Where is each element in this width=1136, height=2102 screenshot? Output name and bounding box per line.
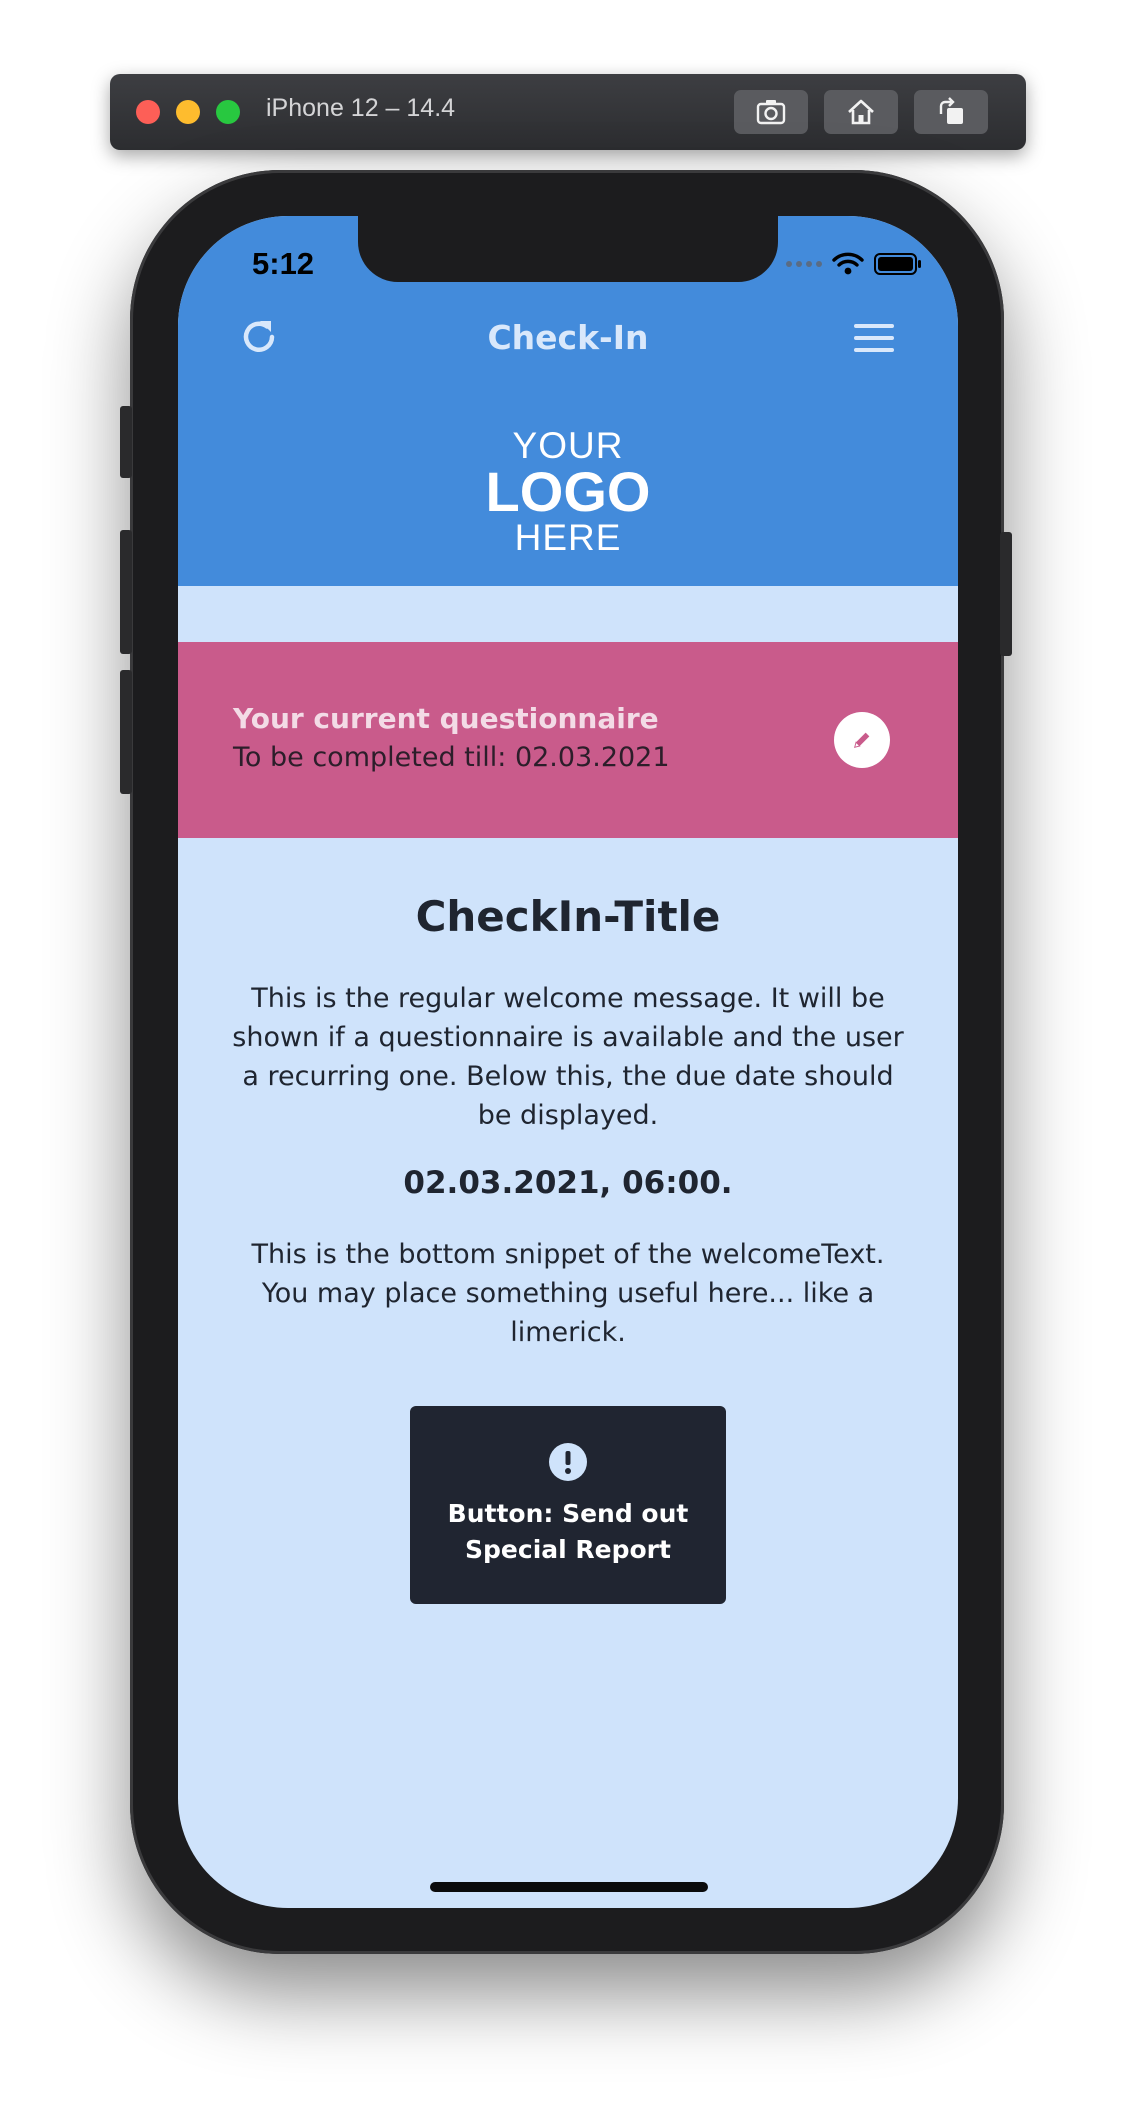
simulator-titlebar: iPhone 12 – 14.4: [110, 74, 1026, 150]
simulator-title: iPhone 12 – 14.4: [266, 94, 456, 122]
rotate-button[interactable]: [914, 90, 988, 134]
checkin-title: CheckIn-Title: [415, 892, 721, 941]
alert-icon: [548, 1442, 588, 1482]
rotate-icon: [939, 97, 963, 124]
send-special-report-button[interactable]: Button: Send out Special Report: [410, 1406, 726, 1604]
banner-title: Your current questionnaire: [233, 702, 659, 735]
app-logo: YOUR LOGO HERE: [178, 426, 958, 558]
logo-text-bottom: HERE: [514, 517, 622, 558]
home-icon: [848, 99, 874, 125]
mute-switch: [120, 406, 132, 478]
questionnaire-banner[interactable]: Your current questionnaire To be complet…: [178, 642, 958, 838]
notch: [358, 216, 778, 282]
menu-button[interactable]: [854, 322, 894, 354]
bottom-snippet: This is the bottom snippet of the welcom…: [251, 1239, 885, 1348]
due-date: 02.03.2021, 06:00.: [403, 1165, 733, 1201]
checkin-content: CheckIn-Title This is the regular welcom…: [178, 838, 958, 1352]
minimize-window-button[interactable]: [176, 100, 200, 124]
power-button: [1000, 532, 1012, 656]
edit-questionnaire-button[interactable]: [834, 712, 890, 768]
special-report-label: Button: Send out Special Report: [447, 1499, 689, 1564]
wifi-icon: [832, 252, 864, 275]
battery-icon: [874, 253, 921, 275]
home-button[interactable]: [824, 90, 898, 134]
home-indicator[interactable]: [430, 1882, 708, 1892]
welcome-message: This is the regular welcome message. It …: [232, 983, 904, 1131]
status-time: 5:12: [252, 246, 315, 281]
menu-icon: [854, 324, 894, 352]
logo-text-middle: LOGO: [485, 460, 651, 523]
banner-due-date: To be completed till: 02.03.2021: [233, 742, 670, 773]
close-window-button[interactable]: [136, 100, 160, 124]
status-icons: [786, 252, 922, 276]
signal-icon: [786, 261, 822, 267]
phone-screen: Check-In YOUR LOGO HERE 5:12 Your curren…: [178, 216, 958, 1908]
page-title: Check-In: [487, 318, 649, 357]
volume-down-button: [120, 670, 132, 794]
pencil-icon: [854, 732, 870, 748]
zoom-window-button[interactable]: [216, 100, 240, 124]
screenshot-button[interactable]: [734, 90, 808, 134]
volume-up-button: [120, 530, 132, 654]
screenshot-icon: [756, 100, 786, 125]
